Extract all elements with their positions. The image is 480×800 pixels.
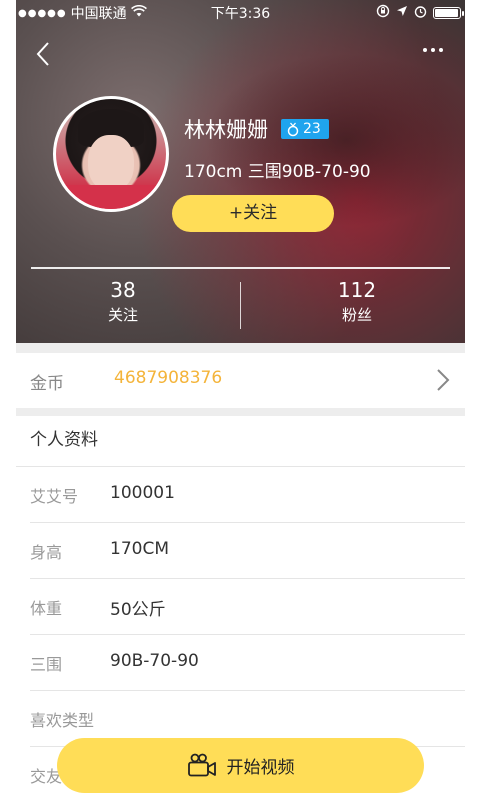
section-gap xyxy=(16,408,465,416)
info-row-label: 体重 xyxy=(30,599,63,618)
header-divider xyxy=(31,267,450,269)
chevron-right-icon xyxy=(435,367,451,393)
ring-icon xyxy=(287,122,299,136)
coins-row[interactable]: 金币 4687908376 xyxy=(16,353,465,408)
status-bar: ●●●●● 中国联通 下午3:36 xyxy=(16,0,465,24)
battery-level xyxy=(435,9,459,17)
following-label: 关注 xyxy=(107,306,138,324)
more-options-button[interactable] xyxy=(423,48,451,58)
info-row-value: 90B-70-90 xyxy=(110,651,199,671)
alarm-icon xyxy=(414,5,427,22)
body-stats: 170cm 三围90B-70-90 xyxy=(184,162,371,182)
info-row-value: 50公斤 xyxy=(110,600,166,620)
info-row-weight: 体重 50公斤 xyxy=(30,579,465,635)
video-camera-icon xyxy=(187,753,216,776)
personal-info-title: 个人资料 xyxy=(16,416,465,467)
orientation-lock-icon xyxy=(376,4,390,22)
following-count: 38 xyxy=(110,278,136,302)
profile-header: ●●●●● 中国联通 下午3:36 林林姗姗 23 170cm 三围90B-70… xyxy=(16,0,465,343)
info-row-label: 喜欢类型 xyxy=(30,711,95,730)
more-dots-icon xyxy=(439,48,443,52)
status-right xyxy=(376,4,464,22)
following-metric[interactable]: 38 关注 xyxy=(23,278,223,326)
battery-icon xyxy=(433,7,464,19)
info-row-id: 艾艾号 100001 xyxy=(30,467,465,523)
level-badge: 23 xyxy=(281,119,329,139)
followers-count: 112 xyxy=(337,278,377,302)
chevron-left-icon xyxy=(36,42,49,66)
avatar-face xyxy=(88,135,134,191)
location-icon xyxy=(396,5,408,21)
info-row-value: 170CM xyxy=(110,539,169,559)
user-name: 林林姗姗 xyxy=(184,118,268,142)
profile-screen: ●●●●● 中国联通 下午3:36 林林姗姗 23 170cm 三围90B-70… xyxy=(16,0,465,800)
more-dots-icon xyxy=(431,48,435,52)
info-row-measurements: 三围 90B-70-90 xyxy=(30,635,465,691)
info-row-label: 艾艾号 xyxy=(30,487,79,506)
info-row-value: 100001 xyxy=(110,483,175,503)
followers-label: 粉丝 xyxy=(341,306,372,324)
back-button[interactable] xyxy=(32,40,56,68)
metric-divider xyxy=(240,282,241,329)
start-video-button[interactable]: 开始视频 xyxy=(57,738,424,793)
follow-button[interactable]: +关注 xyxy=(172,195,334,232)
avatar[interactable] xyxy=(53,96,169,212)
more-dots-icon xyxy=(423,48,427,52)
level-badge-value: 23 xyxy=(303,121,321,137)
info-row-height: 身高 170CM xyxy=(30,523,465,579)
coins-value: 4687908376 xyxy=(114,368,223,388)
coins-label: 金币 xyxy=(30,374,64,394)
followers-metric[interactable]: 112 粉丝 xyxy=(257,278,457,326)
info-row-label: 三围 xyxy=(30,655,63,674)
section-gap xyxy=(16,343,465,353)
avatar-shirt xyxy=(56,185,166,209)
start-video-label: 开始视频 xyxy=(226,758,295,778)
info-row-label: 身高 xyxy=(30,543,63,562)
